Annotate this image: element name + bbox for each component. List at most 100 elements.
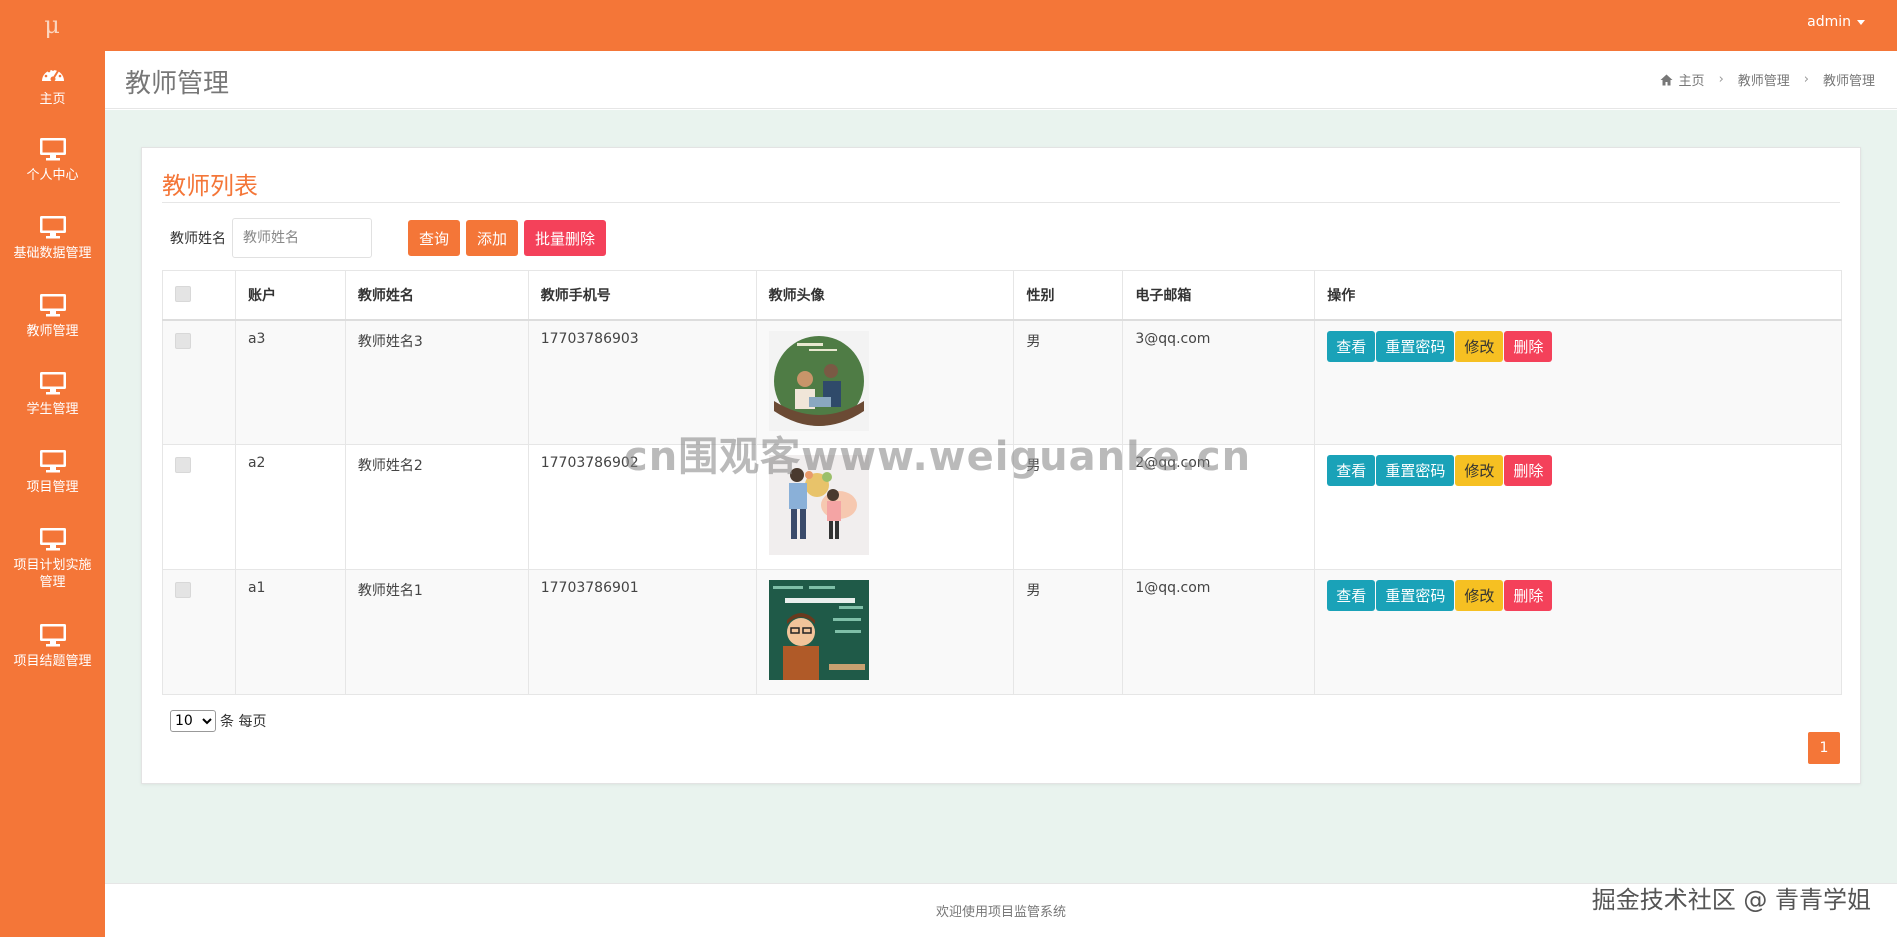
sidebar-item-label: 主页 [39, 92, 66, 107]
edit-button[interactable]: 修改 [1455, 580, 1504, 611]
select-all-cell [162, 270, 236, 321]
edit-button[interactable]: 修改 [1455, 455, 1504, 486]
monitor-icon [39, 528, 66, 551]
actions-cell: 查看 重置密码 修改 删除 [1314, 444, 1842, 570]
actions-cell: 查看 重置密码 修改 删除 [1314, 319, 1842, 445]
sidebar-item-label: 项目管理 [26, 480, 79, 495]
breadcrumb-separator-icon: › [1718, 72, 1724, 87]
search-label: 教师姓名 [170, 231, 226, 247]
monitor-icon [39, 294, 66, 317]
account-cell: a3 [234, 319, 346, 445]
sidebar-item-label: 项目计划实施管理 [13, 558, 92, 590]
account-cell: a1 [234, 569, 346, 695]
pagination-page-button[interactable]: 1 [1808, 732, 1840, 764]
page-title: 教师管理 [125, 69, 230, 99]
gender-cell: 男 [1013, 569, 1124, 695]
column-header-phone[interactable]: 教师手机号 [527, 270, 757, 321]
panel-title: 教师列表 [162, 172, 258, 200]
sidebar-item-project-plan[interactable]: 项目计划实施管理 [0, 527, 105, 591]
add-button[interactable]: 添加 [466, 220, 519, 256]
sidebar-item-label: 教师管理 [26, 324, 79, 339]
sidebar-item-student[interactable]: 学生管理 [0, 371, 105, 418]
search-bar: 教师姓名 查询 添加 批量删除 [170, 218, 607, 258]
user-name: admin [1807, 14, 1851, 30]
sidebar-item-project-closure[interactable]: 项目结题管理 [0, 623, 105, 670]
view-button[interactable]: 查看 [1327, 580, 1376, 611]
sidebar-item-profile[interactable]: 个人中心 [0, 137, 105, 184]
breadcrumb-separator-icon: › [1803, 72, 1809, 87]
view-button[interactable]: 查看 [1327, 455, 1376, 486]
sidebar-item-teacher[interactable]: 教师管理 [0, 293, 105, 340]
breadcrumb: 主页 › 教师管理 › 教师管理 [1660, 70, 1875, 89]
actions-cell: 查看 重置密码 修改 删除 [1314, 569, 1842, 695]
monitor-icon [39, 372, 66, 395]
row-checkbox[interactable] [175, 457, 191, 473]
avatar-cell [755, 444, 1015, 570]
app-logo[interactable]: μ [40, 12, 64, 38]
breadcrumb-home[interactable]: 主页 [1679, 70, 1705, 89]
page-header: 教师管理 主页 › 教师管理 › 教师管理 [105, 51, 1897, 109]
dashboard-icon [41, 68, 64, 82]
column-header-avatar: 教师头像 [755, 270, 1015, 321]
column-header-email[interactable]: 电子邮箱 [1122, 270, 1316, 321]
reset-password-button[interactable]: 重置密码 [1376, 455, 1455, 486]
page-size-control: 10 条 每页 [170, 710, 266, 732]
caret-down-icon [1857, 19, 1865, 25]
view-button[interactable]: 查看 [1327, 330, 1376, 362]
gender-cell: 男 [1013, 319, 1124, 445]
teacher-avatar-image[interactable] [768, 455, 869, 555]
sidebar-item-base-data[interactable]: 基础数据管理 [0, 215, 105, 262]
sidebar-item-label: 项目结题管理 [13, 654, 92, 669]
teacher-avatar-image[interactable] [768, 580, 869, 680]
query-button[interactable]: 查询 [408, 220, 461, 256]
avatar-cell [755, 319, 1015, 445]
delete-button[interactable]: 删除 [1504, 330, 1553, 362]
monitor-icon [39, 450, 66, 473]
column-header-actions: 操作 [1314, 270, 1842, 321]
sidebar-item-label: 个人中心 [26, 168, 79, 183]
teacher-list-panel: 教师列表 教师姓名 查询 添加 批量删除 账户 教师姓名 教师手机号 教师头像 [141, 147, 1861, 784]
name-cell: 教师姓名1 [344, 569, 529, 695]
sidebar-item-project[interactable]: 项目管理 [0, 449, 105, 496]
email-cell: 1@qq.com [1122, 569, 1316, 695]
gender-cell: 男 [1013, 444, 1124, 570]
page-size-label: 条 每页 [220, 714, 267, 730]
column-header-gender[interactable]: 性别 [1013, 270, 1124, 321]
delete-button[interactable]: 删除 [1504, 455, 1553, 486]
avatar-cell [755, 569, 1015, 695]
home-icon [1660, 74, 1673, 85]
breadcrumb-item[interactable]: 教师管理 [1738, 70, 1790, 89]
table-row: a1 教师姓名1 17703786901 男 1@qq.com 查看 重置密码 … [162, 569, 1842, 695]
sidebar-item-home[interactable]: 主页 [0, 63, 105, 108]
divider [162, 202, 1840, 203]
monitor-icon [39, 138, 66, 161]
row-checkbox[interactable] [175, 582, 191, 598]
name-cell: 教师姓名2 [344, 444, 529, 570]
user-menu[interactable]: admin [1807, 14, 1865, 30]
reset-password-button[interactable]: 重置密码 [1376, 580, 1455, 611]
teacher-avatar-image[interactable] [768, 330, 869, 431]
edit-button[interactable]: 修改 [1455, 330, 1504, 362]
email-cell: 2@qq.com [1122, 444, 1316, 570]
table-header-row: 账户 教师姓名 教师手机号 教师头像 性别 电子邮箱 操作 [162, 270, 1842, 321]
sidebar-item-label: 基础数据管理 [13, 246, 92, 261]
select-all-checkbox[interactable] [175, 285, 191, 302]
teacher-name-search-input[interactable] [232, 218, 372, 258]
batch-delete-button[interactable]: 批量删除 [524, 220, 607, 256]
table-row: a2 教师姓名2 17703786902 男 2@qq.com 查看 重置密码 … [162, 444, 1842, 570]
delete-button[interactable]: 删除 [1504, 580, 1553, 611]
phone-cell: 17703786903 [527, 319, 757, 445]
phone-cell: 17703786902 [527, 444, 757, 570]
name-cell: 教师姓名3 [344, 319, 529, 445]
teacher-table: 账户 教师姓名 教师手机号 教师头像 性别 电子邮箱 操作 a3 教师姓名3 1… [162, 270, 1842, 695]
column-header-name[interactable]: 教师姓名 [344, 270, 529, 321]
phone-cell: 17703786901 [527, 569, 757, 695]
reset-password-button[interactable]: 重置密码 [1376, 330, 1455, 362]
monitor-icon [39, 216, 66, 239]
corner-watermark: 掘金技术社区 @ 青青学姐 [1591, 886, 1871, 914]
column-header-account[interactable]: 账户 [234, 270, 346, 321]
row-checkbox[interactable] [175, 332, 191, 349]
sidebar-item-label: 学生管理 [26, 402, 79, 417]
page-size-select[interactable]: 10 [170, 710, 216, 732]
monitor-icon [39, 624, 66, 647]
